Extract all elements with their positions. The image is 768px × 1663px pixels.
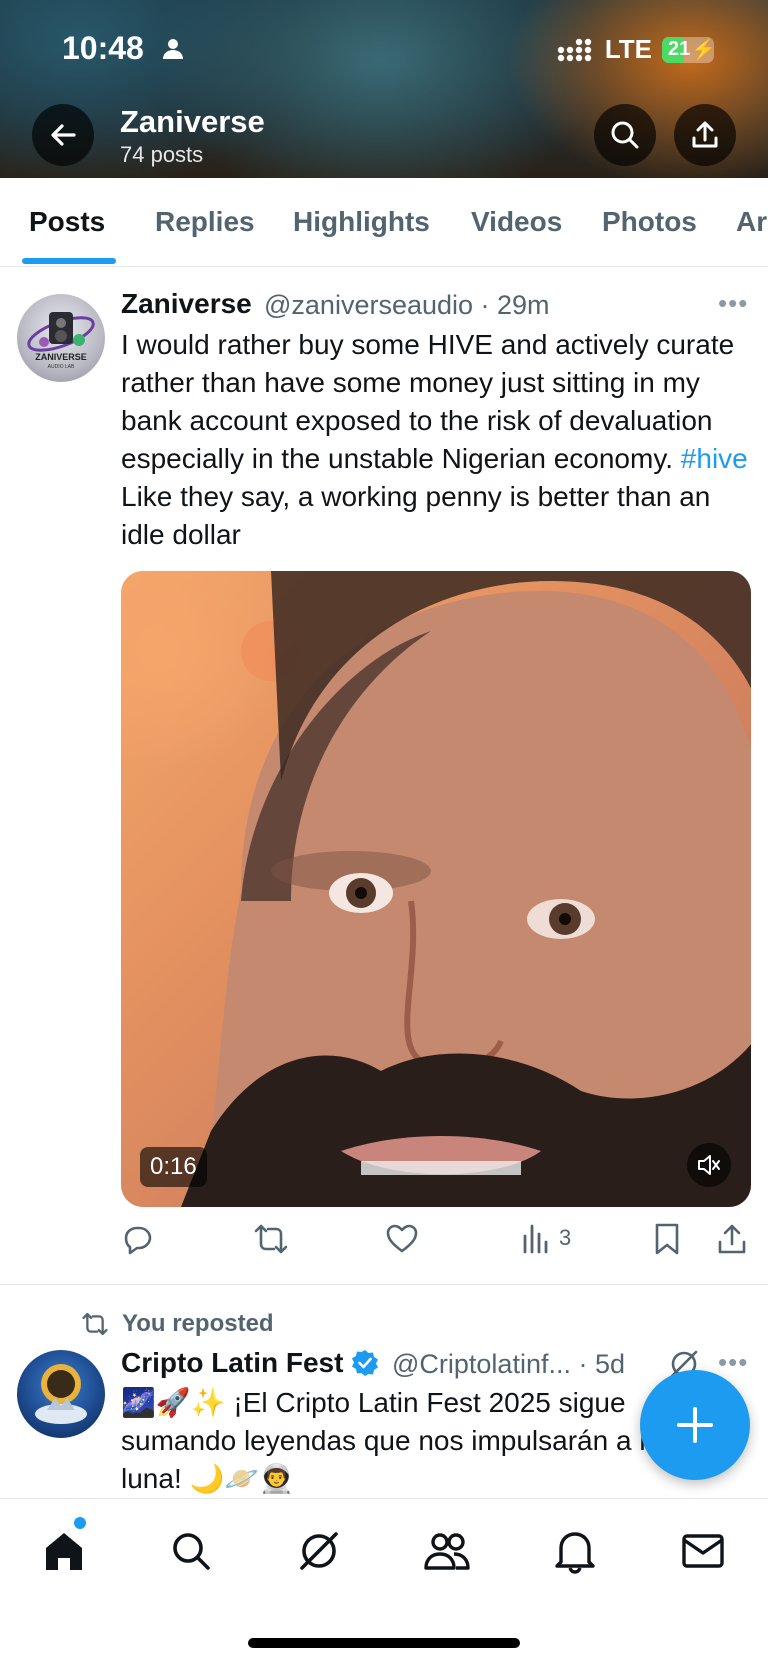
post-count: 74 posts xyxy=(120,142,204,167)
search-icon xyxy=(611,121,639,149)
share-icon xyxy=(718,1224,746,1254)
cripto-latin-fest-logo-icon xyxy=(35,1364,87,1424)
post-actions: 3 xyxy=(121,1222,761,1262)
more-options-icon[interactable]: ••• xyxy=(718,1347,748,1378)
bar-chart-icon xyxy=(523,1224,548,1254)
zaniverse-logo-icon: ZANIVERSE AUDIO LAB xyxy=(27,312,95,370)
avatar[interactable] xyxy=(17,1350,105,1438)
network-type: LTE xyxy=(604,34,652,64)
repost-button[interactable] xyxy=(253,1222,289,1256)
repost-icon xyxy=(254,1224,288,1254)
share-profile-button[interactable] xyxy=(674,104,736,166)
video-frame-face xyxy=(181,571,751,1207)
nav-messages[interactable] xyxy=(673,1521,733,1581)
post-divider xyxy=(0,1284,768,1285)
back-button[interactable] xyxy=(32,104,94,166)
bookmark-button[interactable] xyxy=(652,1222,682,1256)
repost-icon xyxy=(82,1312,108,1336)
svg-text:ZANIVERSE: ZANIVERSE xyxy=(35,352,87,362)
nav-search[interactable] xyxy=(161,1521,221,1581)
speaker-muted-icon xyxy=(698,1155,720,1175)
author-name-text: Cripto Latin Fest xyxy=(121,1347,344,1378)
post-author-name[interactable]: Zaniverse xyxy=(121,288,252,320)
grok-icon xyxy=(300,1532,338,1570)
svg-text:AUDIO LAB: AUDIO LAB xyxy=(48,364,75,370)
profile-tabs: Posts Replies Highlights Videos Photos A… xyxy=(0,178,768,267)
more-options-icon[interactable]: ••• xyxy=(718,288,748,319)
active-tab-indicator xyxy=(22,258,116,264)
tab-posts[interactable]: Posts xyxy=(29,206,105,238)
tab-photos[interactable]: Photos xyxy=(602,206,697,238)
battery-level: 21 xyxy=(668,38,691,60)
reply-button[interactable] xyxy=(121,1222,155,1256)
home-icon xyxy=(46,1533,82,1570)
like-button[interactable] xyxy=(385,1222,419,1256)
reply-icon xyxy=(124,1226,152,1255)
signal-icon xyxy=(557,38,592,61)
post-text: 🌌🚀✨ ¡El Cripto Latin Fest 2025 sigue sum… xyxy=(121,1387,662,1494)
view-count: 3 xyxy=(559,1225,572,1250)
tab-videos[interactable]: Videos xyxy=(471,206,562,238)
share-post-button[interactable] xyxy=(716,1222,748,1256)
tab-highlights[interactable]: Highlights xyxy=(293,206,430,238)
bookmark-icon xyxy=(655,1223,679,1255)
search-icon xyxy=(173,1533,210,1570)
plus-icon xyxy=(677,1407,713,1443)
compose-button[interactable] xyxy=(640,1370,750,1480)
post-text-part: I would rather buy some HIVE and activel… xyxy=(121,329,735,474)
post-text: I would rather buy some HIVE and activel… xyxy=(121,326,757,554)
post-author-handle[interactable]: @Criptolatinf... · 5d xyxy=(392,1349,625,1380)
tab-replies[interactable]: Replies xyxy=(155,206,255,238)
notification-dot xyxy=(74,1517,86,1529)
tab-articles[interactable]: Ar xyxy=(736,206,767,238)
mail-icon xyxy=(682,1534,724,1568)
repost-indicator: You reposted xyxy=(80,1310,274,1338)
nav-communities[interactable] xyxy=(417,1521,477,1581)
profile-header: 10:48 LTE 21 ⚡ Zaniverse 74 posts xyxy=(0,0,768,178)
nav-grok[interactable] xyxy=(289,1521,349,1581)
search-button[interactable] xyxy=(594,104,656,166)
post-author-handle[interactable]: @zaniverseaudio · 29m xyxy=(264,290,550,321)
status-time: 10:48 xyxy=(62,30,144,66)
hashtag-link[interactable]: #hive xyxy=(681,443,748,474)
person-icon xyxy=(163,39,183,59)
mute-button[interactable] xyxy=(687,1143,731,1187)
share-icon xyxy=(692,121,718,148)
home-indicator xyxy=(248,1638,520,1648)
avatar[interactable]: ZANIVERSE AUDIO LAB xyxy=(17,294,105,382)
heart-icon xyxy=(386,1224,418,1253)
nav-notifications[interactable] xyxy=(545,1521,605,1581)
nav-home[interactable] xyxy=(34,1521,94,1581)
status-right: LTE 21 ⚡ xyxy=(557,34,716,65)
views-button[interactable]: 3 xyxy=(521,1222,571,1254)
post-author-name[interactable]: Cripto Latin Fest xyxy=(121,1347,379,1379)
verified-badge-icon xyxy=(352,1350,379,1376)
video-player[interactable]: 0:16 xyxy=(121,571,751,1207)
battery-icon: 21 ⚡ xyxy=(662,36,716,63)
arrow-left-icon xyxy=(51,124,76,146)
header-title: Zaniverse xyxy=(120,104,265,139)
post-text-part: Like they say, a working penny is better… xyxy=(121,481,711,550)
repost-label: You reposted xyxy=(122,1310,274,1337)
people-icon xyxy=(424,1533,470,1570)
bell-icon xyxy=(555,1532,595,1574)
video-duration: 0:16 xyxy=(140,1147,207,1187)
